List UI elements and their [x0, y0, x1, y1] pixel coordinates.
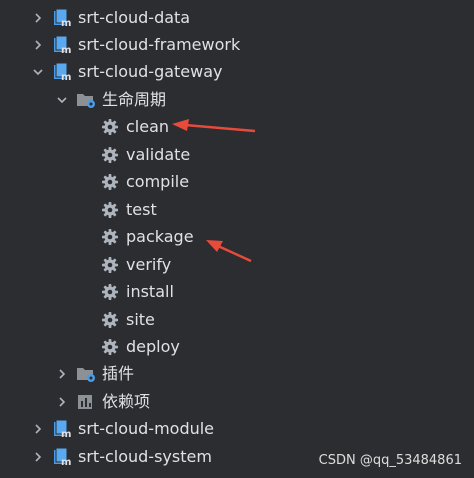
lifecycle-label: 生命周期 — [102, 89, 167, 109]
chevron-right-icon[interactable] — [30, 449, 46, 465]
svg-text:m: m — [61, 457, 71, 467]
goal-label: validate — [126, 144, 191, 164]
dependencies-icon — [76, 392, 96, 412]
gear-icon — [100, 282, 120, 302]
gear-icon — [100, 145, 120, 165]
chevron-right-icon[interactable] — [30, 10, 46, 26]
svg-text:m: m — [61, 72, 71, 82]
goal-item-compile[interactable]: compile — [0, 168, 474, 195]
svg-text:m: m — [61, 18, 71, 28]
chevron-down-icon[interactable] — [30, 64, 46, 80]
goal-item-package[interactable]: package — [0, 223, 474, 250]
goal-label: deploy — [126, 336, 180, 356]
goal-label: package — [126, 226, 194, 246]
tree-item-srt-cloud-framework[interactable]: m srt-cloud-framework — [0, 31, 474, 58]
goal-item-test[interactable]: test — [0, 196, 474, 223]
folder-gear-icon — [76, 364, 96, 384]
gear-icon — [100, 310, 120, 330]
chevron-right-icon[interactable] — [30, 421, 46, 437]
chevron-right-icon[interactable] — [54, 366, 70, 382]
gear-icon — [100, 200, 120, 220]
chevron-right-icon[interactable] — [30, 37, 46, 53]
module-label: srt-cloud-gateway — [78, 61, 223, 81]
goal-item-validate[interactable]: validate — [0, 141, 474, 168]
chevron-down-icon[interactable] — [54, 92, 70, 108]
tree-item-plugins[interactable]: 插件 — [0, 360, 474, 387]
tree-item-srt-cloud-gateway[interactable]: m srt-cloud-gateway — [0, 58, 474, 85]
maven-module-icon: m — [52, 447, 72, 467]
gear-icon — [100, 172, 120, 192]
tree-item-dependencies[interactable]: 依赖项 — [0, 388, 474, 415]
tree-item-srt-cloud-module[interactable]: m srt-cloud-module — [0, 415, 474, 442]
gear-icon — [100, 255, 120, 275]
module-label: srt-cloud-module — [78, 418, 215, 438]
maven-module-icon: m — [52, 8, 72, 28]
module-label: srt-cloud-system — [78, 446, 212, 466]
goal-item-site[interactable]: site — [0, 306, 474, 333]
module-label: srt-cloud-framework — [78, 34, 241, 54]
plugins-label: 插件 — [102, 363, 135, 383]
tree-item-srt-cloud-data[interactable]: m srt-cloud-data — [0, 4, 474, 31]
maven-module-icon: m — [52, 35, 72, 55]
goal-item-verify[interactable]: verify — [0, 251, 474, 278]
tree-item-lifecycle[interactable]: 生命周期 — [0, 86, 474, 113]
svg-text:m: m — [61, 429, 71, 439]
maven-tree: m srt-cloud-data m srt-cloud-framework m… — [0, 0, 474, 478]
goal-item-clean[interactable]: clean — [0, 113, 474, 140]
module-label: srt-cloud-data — [78, 7, 191, 27]
gear-icon — [100, 227, 120, 247]
goal-label: clean — [126, 116, 170, 136]
dependencies-label: 依赖项 — [102, 391, 151, 411]
folder-gear-icon — [76, 90, 96, 110]
goal-label: compile — [126, 171, 190, 191]
goal-label: test — [126, 199, 157, 219]
goal-item-deploy[interactable]: deploy — [0, 333, 474, 360]
goal-label: install — [126, 281, 174, 301]
svg-text:m: m — [61, 45, 71, 55]
maven-module-icon: m — [52, 62, 72, 82]
goal-label: verify — [126, 254, 172, 274]
csdn-watermark: CSDN @qq_53484861 — [318, 453, 462, 468]
goal-item-install[interactable]: install — [0, 278, 474, 305]
maven-module-icon: m — [52, 419, 72, 439]
chevron-right-icon[interactable] — [54, 394, 70, 410]
goal-label: site — [126, 309, 155, 329]
gear-icon — [100, 117, 120, 137]
gear-icon — [100, 337, 120, 357]
